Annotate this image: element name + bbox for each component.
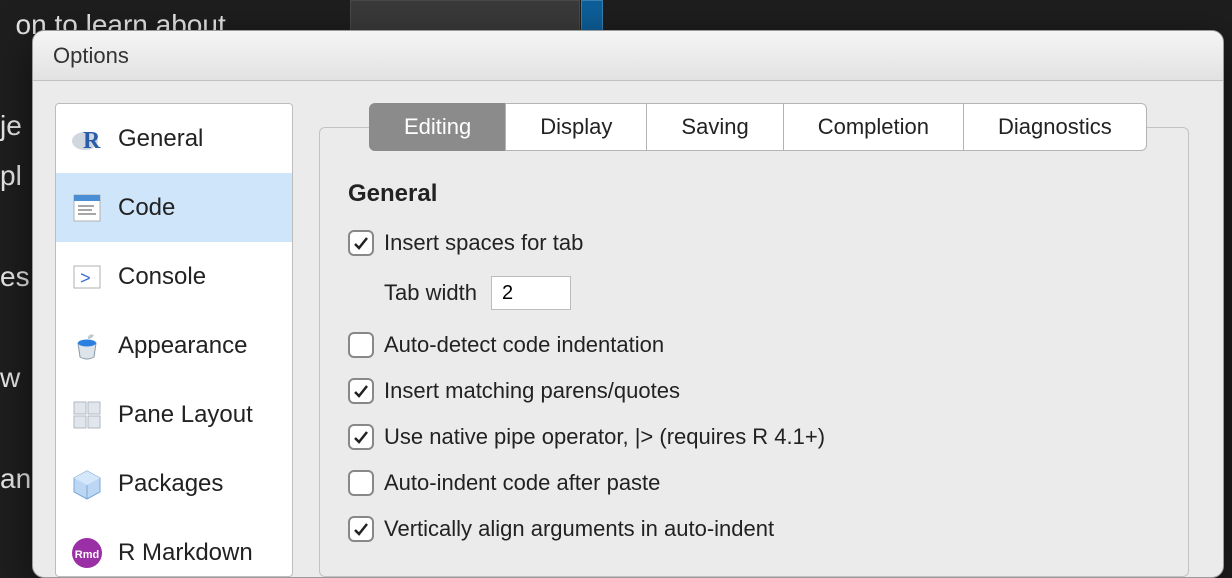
sidebar-item-label: Code (118, 194, 175, 222)
option-label: Use native pipe operator, |> (requires R… (384, 424, 825, 450)
code-tabs: Editing Display Saving Completion Diagno… (369, 103, 1147, 151)
svg-text:Rmd: Rmd (75, 549, 99, 561)
tab-completion[interactable]: Completion (783, 103, 964, 151)
option-label: Vertically align arguments in auto-inden… (384, 516, 774, 542)
tab-width-input[interactable] (491, 276, 571, 310)
svg-text:>: > (80, 270, 91, 290)
editing-panel: General Insert spaces for tab Tab width … (319, 127, 1189, 577)
checkbox-vertical-align[interactable] (348, 516, 374, 542)
checkbox-native-pipe[interactable] (348, 424, 374, 450)
paint-bucket-icon (70, 329, 104, 363)
sidebar-item-label: Pane Layout (118, 401, 253, 429)
option-label: Insert matching parens/quotes (384, 378, 680, 404)
option-matching-parens[interactable]: Insert matching parens/quotes (348, 378, 1160, 404)
code-file-icon (70, 191, 104, 225)
tab-display[interactable]: Display (505, 103, 647, 151)
option-label: Insert spaces for tab (384, 230, 583, 256)
sidebar-item-label: Appearance (118, 332, 247, 360)
option-label: Auto-detect code indentation (384, 332, 664, 358)
option-label: Auto-indent code after paste (384, 470, 660, 496)
dialog-title: Options (53, 43, 129, 69)
options-sidebar: R General Code > Console Appear (55, 103, 293, 577)
checkbox-auto-detect-indent[interactable] (348, 332, 374, 358)
sidebar-item-label: R Markdown (118, 539, 253, 567)
sidebar-item-label: Packages (118, 470, 223, 498)
option-native-pipe[interactable]: Use native pipe operator, |> (requires R… (348, 424, 1160, 450)
sidebar-item-console[interactable]: > Console (56, 242, 292, 311)
dialog-body: R General Code > Console Appear (33, 81, 1223, 577)
sidebar-item-label: Console (118, 263, 206, 291)
tab-width-row: Tab width (384, 276, 1160, 310)
option-vertical-align[interactable]: Vertically align arguments in auto-inden… (348, 516, 1160, 542)
package-icon (70, 467, 104, 501)
section-title-general: General (348, 180, 1160, 208)
tab-width-label: Tab width (384, 280, 477, 306)
rmd-icon: Rmd (70, 536, 104, 570)
prompt-icon: > (70, 260, 104, 294)
svg-text:R: R (83, 128, 101, 154)
option-auto-detect-indent[interactable]: Auto-detect code indentation (348, 332, 1160, 358)
tab-saving[interactable]: Saving (646, 103, 783, 151)
checkbox-matching-parens[interactable] (348, 378, 374, 404)
checkbox-insert-spaces[interactable] (348, 230, 374, 256)
r-logo-icon: R (70, 122, 104, 156)
sidebar-item-appearance[interactable]: Appearance (56, 311, 292, 380)
sidebar-item-code[interactable]: Code (56, 173, 292, 242)
tab-diagnostics[interactable]: Diagnostics (963, 103, 1147, 151)
options-dialog: Options R General Code > Console (32, 30, 1224, 578)
dialog-titlebar: Options (33, 31, 1223, 81)
checkbox-auto-indent-paste[interactable] (348, 470, 374, 496)
background-tabs (350, 0, 580, 32)
sidebar-item-pane-layout[interactable]: Pane Layout (56, 380, 292, 449)
sidebar-item-packages[interactable]: Packages (56, 449, 292, 518)
sidebar-item-rmarkdown[interactable]: Rmd R Markdown (56, 518, 292, 577)
option-insert-spaces[interactable]: Insert spaces for tab (348, 230, 1160, 256)
tab-editing[interactable]: Editing (369, 103, 506, 151)
option-auto-indent-paste[interactable]: Auto-indent code after paste (348, 470, 1160, 496)
sidebar-item-general[interactable]: R General (56, 104, 292, 173)
sidebar-item-label: General (118, 125, 203, 153)
grid-icon (70, 398, 104, 432)
options-main: General Insert spaces for tab Tab width … (319, 103, 1201, 577)
